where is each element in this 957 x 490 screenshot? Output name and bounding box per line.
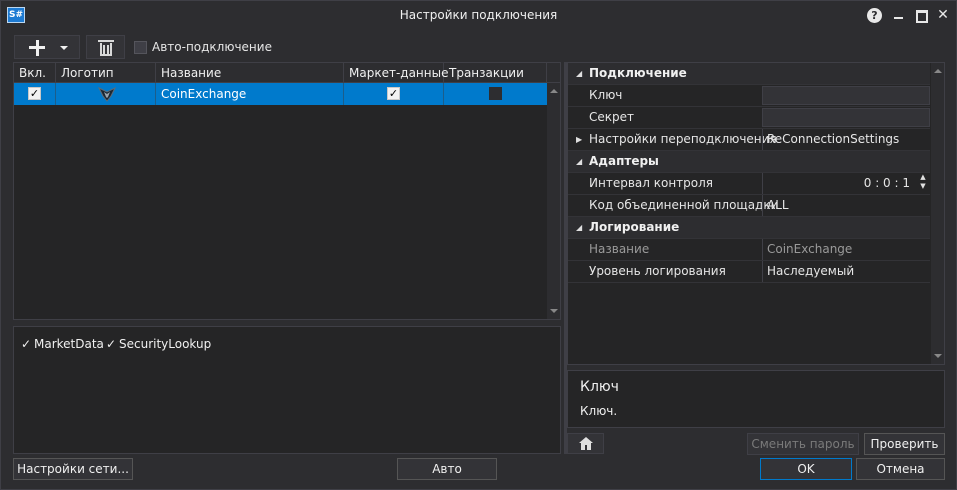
log-name-value: CoinExchange: [762, 239, 930, 260]
help-icon[interactable]: ?: [867, 8, 882, 23]
connections-grid: Вкл. Логотип Название Маркет-данные Тран…: [13, 62, 561, 320]
collapse-icon[interactable]: ◢: [576, 63, 582, 84]
minimize-button[interactable]: [891, 7, 907, 23]
property-scrollbar[interactable]: [931, 63, 944, 364]
transactions-checkbox[interactable]: [489, 87, 502, 100]
collapse-icon[interactable]: ◢: [576, 151, 582, 172]
interval-value[interactable]: 0 : 0 : 1: [864, 173, 910, 194]
plus-icon: [29, 40, 45, 56]
cell-name[interactable]: CoinExchange: [156, 83, 344, 105]
category-connection[interactable]: ◢ Подключение: [568, 63, 930, 85]
ok-button[interactable]: OK: [760, 458, 852, 480]
network-settings-button[interactable]: Настройки сети...: [13, 458, 133, 480]
column-header-name[interactable]: Название: [156, 63, 344, 83]
secret-field[interactable]: [762, 108, 930, 127]
cell-market-data[interactable]: ✓: [344, 83, 444, 105]
scroll-down-icon[interactable]: [934, 354, 942, 358]
capability-label: MarketData: [34, 337, 104, 351]
checkmark-icon[interactable]: ✓: [106, 337, 116, 351]
collapse-icon[interactable]: ◢: [576, 217, 582, 238]
board-code-value[interactable]: ALL: [762, 195, 930, 216]
property-board-code[interactable]: Код объединенной площадки ALL: [568, 195, 930, 217]
chevron-down-icon[interactable]: [60, 46, 68, 50]
column-header-enabled[interactable]: Вкл.: [14, 63, 56, 83]
delete-connection-button[interactable]: [86, 35, 125, 59]
category-adapters[interactable]: ◢ Адаптеры: [568, 151, 930, 173]
auto-connect-box[interactable]: [134, 41, 147, 54]
auto-connect-label: Авто-подключение: [152, 40, 272, 54]
reconnection-value[interactable]: ReConnectionSettings: [762, 129, 930, 150]
scroll-up-icon[interactable]: [934, 69, 942, 73]
cancel-button[interactable]: Отмена: [856, 458, 945, 480]
grid-header: Вкл. Логотип Название Маркет-данные Тран…: [14, 63, 560, 83]
log-level-value[interactable]: Наследуемый: [762, 261, 930, 282]
property-log-level[interactable]: Уровень логирования Наследуемый: [568, 261, 930, 283]
trash-icon: [98, 40, 114, 56]
check-button[interactable]: Проверить: [864, 433, 945, 455]
property-log-name: Название CoinExchange: [568, 239, 930, 261]
checkmark-icon[interactable]: ✓: [21, 337, 31, 351]
column-header-logo[interactable]: Логотип: [56, 63, 156, 83]
description-title: Ключ: [580, 379, 619, 395]
change-password-button[interactable]: Сменить пароль: [747, 433, 859, 455]
cell-transactions[interactable]: [444, 83, 547, 105]
scroll-up-icon[interactable]: [550, 89, 558, 93]
column-header-transactions[interactable]: Транзакции: [444, 63, 547, 83]
property-key[interactable]: Ключ: [568, 85, 930, 107]
expand-icon[interactable]: ▶: [576, 129, 582, 150]
home-button[interactable]: [567, 433, 604, 454]
description-text: Ключ.: [580, 404, 618, 418]
property-secret[interactable]: Секрет: [568, 107, 930, 129]
market-data-checkbox[interactable]: ✓: [387, 87, 400, 100]
maximize-button[interactable]: [913, 7, 929, 23]
scroll-down-icon[interactable]: [550, 309, 558, 313]
capabilities-panel: ✓ MarketData ✓ SecurityLookup: [13, 326, 561, 454]
close-button[interactable]: ✕: [935, 7, 951, 23]
cell-logo: [56, 83, 156, 105]
key-field[interactable]: [762, 86, 930, 105]
enabled-checkbox[interactable]: ✓: [28, 87, 41, 100]
coinexchange-logo-icon: [98, 86, 116, 102]
interval-field[interactable]: 0 : 0 : 1 ▲ ▼: [762, 173, 930, 194]
column-header-market-data[interactable]: Маркет-данные: [344, 63, 448, 83]
window-title: Настройки подключения: [399, 8, 558, 22]
connection-settings-window: S# Настройки подключения ? ✕ Авто-подклю…: [0, 0, 957, 490]
auto-button[interactable]: Авто: [397, 458, 497, 480]
title-bar: S# Настройки подключения ? ✕: [1, 1, 956, 31]
property-interval[interactable]: Интервал контроля 0 : 0 : 1 ▲ ▼: [568, 173, 930, 195]
property-description: Ключ Ключ.: [567, 370, 945, 428]
property-reconnection[interactable]: ▶ Настройки переподключения ReConnection…: [568, 129, 930, 151]
table-row[interactable]: ✓ CoinExchange ✓: [14, 83, 547, 105]
home-icon: [579, 437, 593, 450]
spinner-icon[interactable]: ▲ ▼: [916, 173, 930, 194]
grid-scrollbar[interactable]: [547, 83, 560, 319]
property-grid: ◢ Подключение Ключ Секрет ▶ Настройки пе…: [567, 62, 945, 365]
cell-enabled[interactable]: ✓: [14, 83, 56, 105]
add-connection-button[interactable]: [14, 35, 80, 59]
category-logging[interactable]: ◢ Логирование: [568, 217, 930, 239]
capability-label: SecurityLookup: [119, 337, 212, 351]
